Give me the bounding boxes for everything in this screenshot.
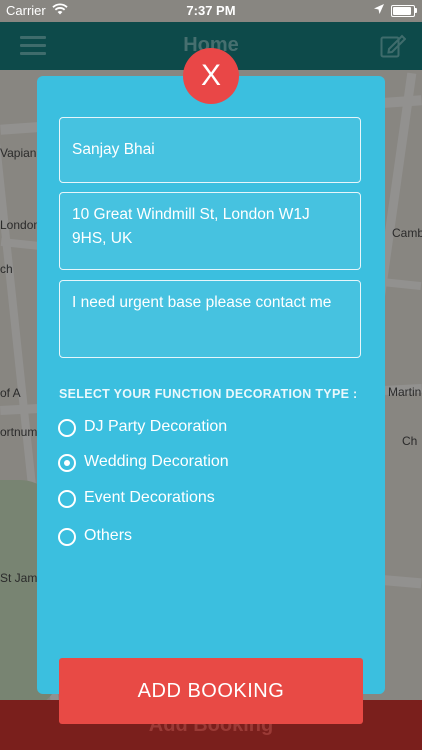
- battery-tip: [415, 8, 417, 13]
- radio-unchecked[interactable]: [58, 419, 76, 437]
- option-label: Event Decorations: [84, 489, 215, 506]
- battery-icon: [391, 5, 415, 17]
- status-time: 7:37 PM: [186, 3, 236, 18]
- radio-dot: [64, 460, 70, 466]
- option-label: Wedding Decoration: [84, 453, 229, 470]
- message-field[interactable]: I need urgent base please contact me: [59, 280, 361, 358]
- add-booking-button[interactable]: ADD BOOKING: [59, 658, 363, 724]
- status-bar: Carrier 7:37 PM: [0, 0, 422, 22]
- radio-unchecked[interactable]: [58, 490, 76, 508]
- close-button[interactable]: X: [183, 48, 239, 104]
- decoration-type-label: SELECT YOUR FUNCTION DECORATION TYPE :: [59, 387, 358, 401]
- radio-checked[interactable]: [58, 454, 76, 472]
- edit-note-icon[interactable]: [380, 34, 407, 58]
- name-field[interactable]: Sanjay Bhai: [59, 117, 361, 183]
- radio-unchecked[interactable]: [58, 528, 76, 546]
- address-field[interactable]: 10 Great Windmill St, London W1J 9HS, UK: [59, 192, 361, 270]
- option-label: Others: [84, 527, 133, 544]
- location-arrow-icon: [373, 3, 385, 18]
- option-label: DJ Party Decoration: [84, 418, 228, 435]
